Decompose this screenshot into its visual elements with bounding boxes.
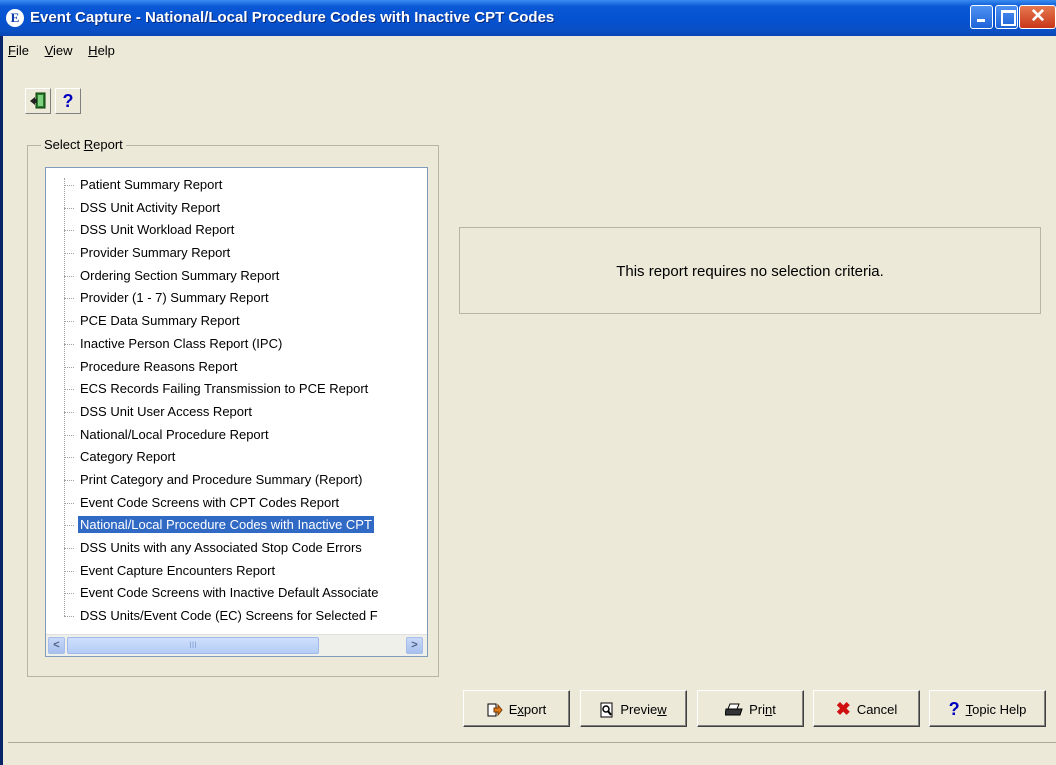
tree-branch-line <box>64 321 74 323</box>
app-icon[interactable]: E <box>6 9 24 27</box>
export-button[interactable]: Export <box>463 690 570 727</box>
tree-branch-line <box>64 298 74 300</box>
menu-help[interactable]: Help <box>88 43 115 58</box>
scroll-left-button[interactable]: < <box>48 637 65 654</box>
tree-branch-line <box>64 366 74 368</box>
report-tree-item[interactable]: National/Local Procedure Report <box>46 424 427 447</box>
report-tree-item-label: DSS Units/Event Code (EC) Screens for Se… <box>80 608 378 624</box>
report-tree-item[interactable]: Event Capture Encounters Report <box>46 560 427 583</box>
preview-button[interactable]: Preview <box>580 690 687 727</box>
report-tree-item-label: PCE Data Summary Report <box>80 313 240 329</box>
close-icon: ✕ <box>1030 6 1046 27</box>
report-tree-item[interactable]: ECS Records Failing Transmission to PCE … <box>46 378 427 401</box>
menu-view[interactable]: View <box>45 43 73 58</box>
tree-branch-line <box>64 275 74 277</box>
preview-magnifier-icon <box>600 702 613 718</box>
export-icon <box>487 703 503 717</box>
tree-branch-line <box>64 616 74 618</box>
report-tree-item-label: Procedure Reasons Report <box>80 358 238 374</box>
report-tree-item-label: DSS Units with any Associated Stop Code … <box>80 540 362 555</box>
report-tree-item[interactable]: Patient Summary Report <box>46 174 427 197</box>
menu-bar: File View Help <box>8 43 127 63</box>
print-button[interactable]: Print <box>697 690 804 727</box>
report-tree-item-label: Patient Summary Report <box>80 177 223 192</box>
report-tree-item[interactable]: Procedure Reasons Report <box>46 356 427 379</box>
criteria-message: This report requires no selection criter… <box>616 263 884 280</box>
maximize-button[interactable] <box>995 5 1018 29</box>
report-tree-item-label: Event Code Screens with Inactive Default… <box>80 585 379 601</box>
tree-branch-line <box>64 593 74 595</box>
report-tree-item[interactable]: DSS Unit User Access Report <box>46 401 427 424</box>
report-tree-item-label: Category Report <box>80 449 176 465</box>
report-tree-item-label: Provider (1 - 7) Summary Report <box>80 290 269 306</box>
exit-toolbar-button[interactable] <box>25 88 51 114</box>
report-tree-item[interactable]: National/Local Procedure Codes with Inac… <box>46 514 427 537</box>
window-title: Event Capture - National/Local Procedure… <box>30 9 555 26</box>
report-tree-item-label: DSS Unit Workload Report <box>80 222 235 238</box>
tree-branch-line <box>64 207 74 209</box>
report-tree-item[interactable]: DSS Units/Event Code (EC) Screens for Se… <box>46 605 427 628</box>
tree-branch-line <box>64 230 74 232</box>
cancel-x-icon: ✖ <box>835 699 851 720</box>
select-report-label: Select Report <box>41 137 126 152</box>
scroll-right-button[interactable]: > <box>406 637 423 654</box>
report-tree-item[interactable]: DSS Unit Workload Report <box>46 219 427 242</box>
scroll-thumb[interactable]: III <box>67 637 319 654</box>
report-tree-item[interactable]: Category Report <box>46 446 427 469</box>
menu-file[interactable]: File <box>8 43 29 58</box>
question-mark-icon: ? <box>62 91 74 111</box>
report-tree-item-label: Provider Summary Report <box>80 245 231 261</box>
report-tree-list[interactable]: Patient Summary Report DSS Unit Activity … <box>45 167 428 657</box>
title-bar[interactable]: E Event Capture - National/Local Procedu… <box>0 0 1056 36</box>
horizontal-scrollbar[interactable]: < III > <box>46 634 427 656</box>
tree-branch-line <box>64 479 74 481</box>
report-tree-item-label: Event Code Screens with CPT Codes Report <box>80 494 340 510</box>
tree-branch-line <box>64 548 74 549</box>
report-tree-item[interactable]: Event Code Screens with CPT Codes Report <box>46 492 427 515</box>
report-tree-item-label: ECS Records Failing Transmission to PCE … <box>80 381 369 397</box>
report-tree-item-label: DSS Unit Activity Report <box>80 199 221 215</box>
help-toolbar-button[interactable]: ? <box>55 88 81 114</box>
report-tree-item[interactable]: Provider (1 - 7) Summary Report <box>46 287 427 310</box>
minimize-icon <box>977 19 985 22</box>
report-tree-item[interactable]: DSS Unit Activity Report <box>46 197 427 220</box>
status-bar <box>8 742 1056 765</box>
report-tree-item[interactable]: DSS Units with any Associated Stop Code … <box>46 537 427 560</box>
report-tree-item[interactable]: Event Code Screens with Inactive Default… <box>46 582 427 605</box>
exit-door-icon <box>30 92 46 109</box>
window-left-border <box>0 0 8 765</box>
criteria-panel: This report requires no selection criter… <box>459 227 1041 314</box>
report-tree-item[interactable]: Ordering Section Summary Report <box>46 265 427 288</box>
tree-branch-line <box>64 457 74 459</box>
report-tree-item[interactable]: PCE Data Summary Report <box>46 310 427 333</box>
tree-branch-line <box>64 434 74 436</box>
tree-branch-line <box>64 525 74 527</box>
printer-icon <box>725 703 743 716</box>
maximize-icon <box>1001 10 1016 26</box>
tree-branch-line <box>64 570 74 572</box>
report-tree-item-label: Event Capture Encounters Report <box>80 562 276 578</box>
tree-branch-line <box>64 389 74 391</box>
report-tree-item-label: National/Local Procedure Codes with Inac… <box>77 515 375 535</box>
tree-branch-line <box>64 185 74 186</box>
cancel-button[interactable]: ✖ Cancel <box>813 690 920 727</box>
report-tree-item-label: Ordering Section Summary Report <box>80 267 280 283</box>
report-tree-item-label: Print Category and Procedure Summary (Re… <box>80 471 363 487</box>
minimize-button[interactable] <box>970 5 993 29</box>
tree-branch-line <box>64 502 74 504</box>
report-tree-item-label: Inactive Person Class Report (IPC) <box>80 335 283 351</box>
help-question-icon: ? <box>948 699 960 720</box>
tree-branch-line <box>64 411 74 413</box>
report-tree-item[interactable]: Provider Summary Report <box>46 242 427 265</box>
report-tree-item[interactable]: Inactive Person Class Report (IPC) <box>46 333 427 356</box>
topic-help-button[interactable]: ? Topic Help <box>929 690 1046 727</box>
tree-branch-line <box>64 253 74 255</box>
tree-branch-line <box>64 343 74 345</box>
report-tree-item-label: DSS Unit User Access Report <box>80 403 252 419</box>
report-tree-item[interactable]: Print Category and Procedure Summary (Re… <box>46 469 427 492</box>
close-button[interactable]: ✕ <box>1019 5 1056 29</box>
report-tree-item-label: National/Local Procedure Report <box>80 426 269 442</box>
